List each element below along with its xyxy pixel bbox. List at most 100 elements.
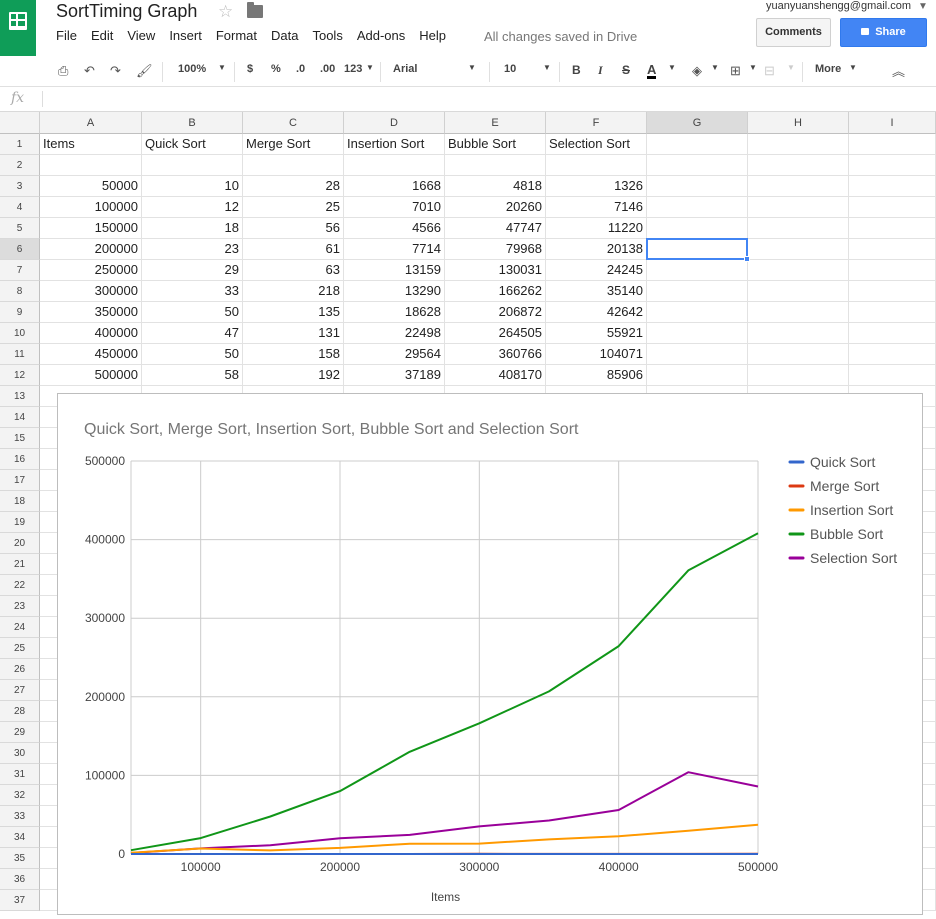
cell-b12[interactable]: 58 <box>142 365 243 386</box>
cell-i4[interactable] <box>849 197 936 218</box>
row-header-8[interactable]: 8 <box>0 281 40 302</box>
menu-file[interactable]: File <box>56 28 77 43</box>
menu-tools[interactable]: Tools <box>312 28 342 43</box>
cell-f9[interactable]: 42642 <box>546 302 647 323</box>
cell-c8[interactable]: 218 <box>243 281 344 302</box>
font-caret-icon[interactable]: ▼ <box>468 63 476 72</box>
menu-data[interactable]: Data <box>271 28 298 43</box>
row-header-5[interactable]: 5 <box>0 218 40 239</box>
redo-icon[interactable]: ↷ <box>110 63 121 79</box>
cell-c2[interactable] <box>243 155 344 176</box>
row-header-15[interactable]: 15 <box>0 428 40 449</box>
cell-h6[interactable] <box>748 239 849 260</box>
percent-format-button[interactable]: % <box>271 63 281 75</box>
cell-f8[interactable]: 35140 <box>546 281 647 302</box>
column-header-f[interactable]: F <box>546 112 647 134</box>
cell-e7[interactable]: 130031 <box>445 260 546 281</box>
cell-i11[interactable] <box>849 344 936 365</box>
cell-f7[interactable]: 24245 <box>546 260 647 281</box>
cell-e1[interactable]: Bubble Sort <box>445 134 546 155</box>
cell-i5[interactable] <box>849 218 936 239</box>
cell-e9[interactable]: 206872 <box>445 302 546 323</box>
row-header-13[interactable]: 13 <box>0 386 40 407</box>
cell-e10[interactable]: 264505 <box>445 323 546 344</box>
merge-cells-icon[interactable]: ⊟ <box>764 63 775 79</box>
save-status[interactable]: All changes saved in Drive <box>484 29 637 44</box>
star-icon[interactable]: ☆ <box>218 2 233 22</box>
row-header-28[interactable]: 28 <box>0 701 40 722</box>
formula-input[interactable] <box>50 91 930 107</box>
row-header-26[interactable]: 26 <box>0 659 40 680</box>
cell-b9[interactable]: 50 <box>142 302 243 323</box>
menu-addons[interactable]: Add-ons <box>357 28 405 43</box>
row-header-2[interactable]: 2 <box>0 155 40 176</box>
cell-d3[interactable]: 1668 <box>344 176 445 197</box>
cell-d2[interactable] <box>344 155 445 176</box>
undo-icon[interactable]: ↶ <box>84 63 95 79</box>
cell-c4[interactable]: 25 <box>243 197 344 218</box>
row-header-34[interactable]: 34 <box>0 827 40 848</box>
collapse-toolbar-icon[interactable]: ︽ <box>892 61 905 80</box>
more-button[interactable]: More <box>815 63 841 75</box>
row-header-18[interactable]: 18 <box>0 491 40 512</box>
text-color-button[interactable]: A <box>647 63 656 79</box>
column-header-d[interactable]: D <box>344 112 445 134</box>
cell-g1[interactable] <box>647 134 748 155</box>
cell-e5[interactable]: 47747 <box>445 218 546 239</box>
row-header-37[interactable]: 37 <box>0 890 40 911</box>
cell-d9[interactable]: 18628 <box>344 302 445 323</box>
bold-button[interactable]: B <box>572 63 581 77</box>
increase-decimal-button[interactable]: .00 <box>320 63 335 75</box>
select-all-corner[interactable] <box>0 112 40 134</box>
cell-g4[interactable] <box>647 197 748 218</box>
cell-h8[interactable] <box>748 281 849 302</box>
cell-i6[interactable] <box>849 239 936 260</box>
account-caret-icon[interactable]: ▼ <box>918 1 928 12</box>
row-header-21[interactable]: 21 <box>0 554 40 575</box>
row-header-27[interactable]: 27 <box>0 680 40 701</box>
cell-c9[interactable]: 135 <box>243 302 344 323</box>
cell-e3[interactable]: 4818 <box>445 176 546 197</box>
share-button[interactable]: Share <box>840 18 927 47</box>
cell-b8[interactable]: 33 <box>142 281 243 302</box>
cell-c11[interactable]: 158 <box>243 344 344 365</box>
cell-e4[interactable]: 20260 <box>445 197 546 218</box>
cell-b10[interactable]: 47 <box>142 323 243 344</box>
cell-c12[interactable]: 192 <box>243 365 344 386</box>
cell-b11[interactable]: 50 <box>142 344 243 365</box>
cell-c6[interactable]: 61 <box>243 239 344 260</box>
cell-f6[interactable]: 20138 <box>546 239 647 260</box>
row-header-11[interactable]: 11 <box>0 344 40 365</box>
row-header-9[interactable]: 9 <box>0 302 40 323</box>
cell-a12[interactable]: 500000 <box>40 365 142 386</box>
cell-h2[interactable] <box>748 155 849 176</box>
cell-i8[interactable] <box>849 281 936 302</box>
cell-b5[interactable]: 18 <box>142 218 243 239</box>
row-header-35[interactable]: 35 <box>0 848 40 869</box>
account-email[interactable]: yuanyuanshengg@gmail.com <box>766 0 911 12</box>
document-title[interactable]: SortTiming Graph <box>56 1 197 22</box>
cell-b4[interactable]: 12 <box>142 197 243 218</box>
row-header-29[interactable]: 29 <box>0 722 40 743</box>
cell-h9[interactable] <box>748 302 849 323</box>
print-icon[interactable]: ⎙ <box>58 63 68 79</box>
row-header-3[interactable]: 3 <box>0 176 40 197</box>
cell-d8[interactable]: 13290 <box>344 281 445 302</box>
cell-f12[interactable]: 85906 <box>546 365 647 386</box>
cell-a8[interactable]: 300000 <box>40 281 142 302</box>
cell-a2[interactable] <box>40 155 142 176</box>
cell-d10[interactable]: 22498 <box>344 323 445 344</box>
cell-i1[interactable] <box>849 134 936 155</box>
column-header-g[interactable]: G <box>647 112 748 134</box>
font-size-select[interactable]: 10 <box>504 63 516 75</box>
cell-b7[interactable]: 29 <box>142 260 243 281</box>
cell-h7[interactable] <box>748 260 849 281</box>
cell-g2[interactable] <box>647 155 748 176</box>
text-color-caret-icon[interactable]: ▼ <box>668 63 676 72</box>
cell-i10[interactable] <box>849 323 936 344</box>
cell-c7[interactable]: 63 <box>243 260 344 281</box>
cell-b3[interactable]: 10 <box>142 176 243 197</box>
row-header-36[interactable]: 36 <box>0 869 40 890</box>
cell-a6[interactable]: 200000 <box>40 239 142 260</box>
cell-d1[interactable]: Insertion Sort <box>344 134 445 155</box>
